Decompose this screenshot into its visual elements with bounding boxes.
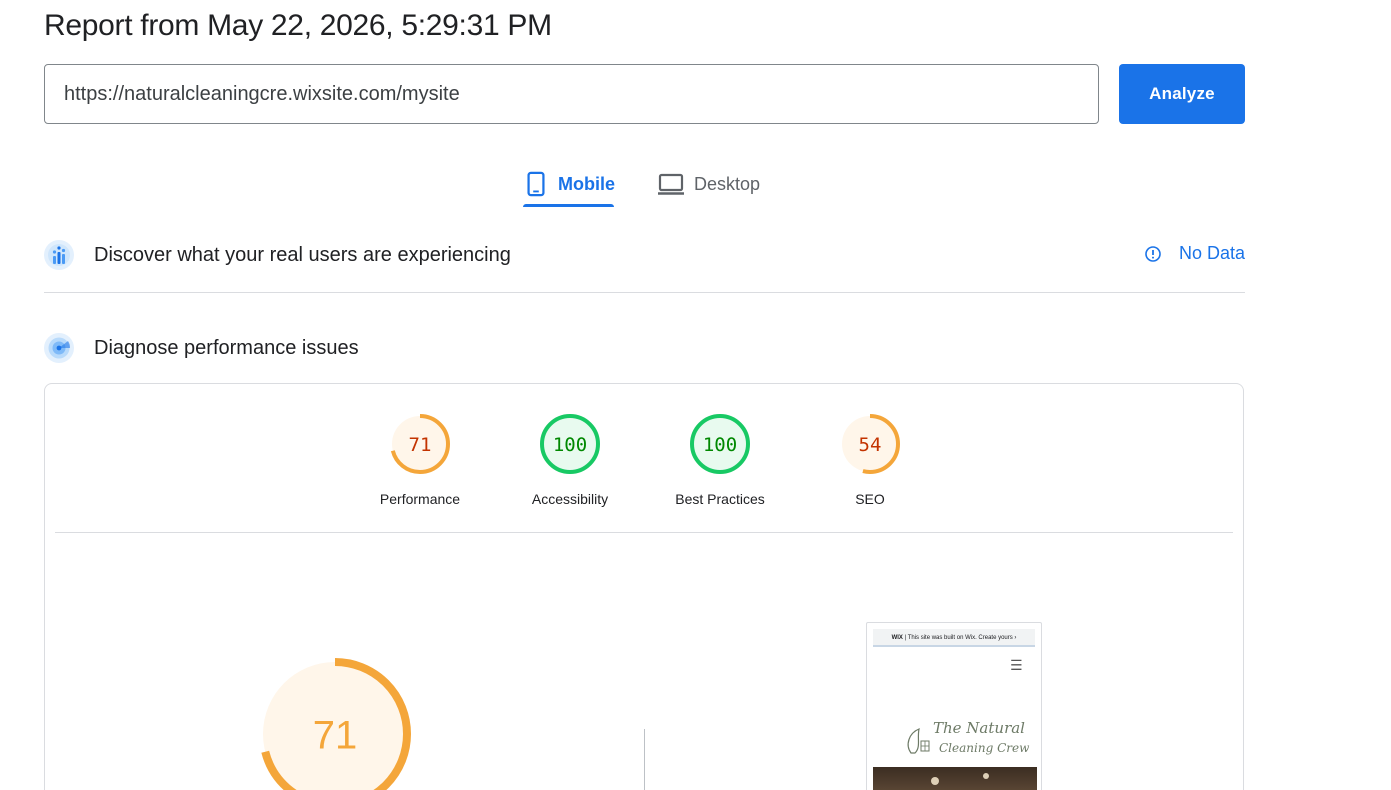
gauge-seo[interactable]: 54 SEO <box>795 412 945 508</box>
field-data-title: Discover what your real users are experi… <box>94 243 511 266</box>
gauge-performance-label: Performance <box>379 491 461 507</box>
gauge-seo-value: 54 <box>859 434 882 456</box>
vertical-divider <box>644 729 645 790</box>
lab-data-section: Diagnose performance issues <box>44 328 1245 368</box>
hero-photo <box>873 767 1037 790</box>
info-icon <box>1145 245 1161 262</box>
wix-banner: WIX | This site was built on Wix. Create… <box>873 629 1035 647</box>
gauge-seo-ring: 54 <box>840 414 900 474</box>
gauge-performance[interactable]: 71 Performance <box>345 412 495 508</box>
page-screenshot: WIX | This site was built on Wix. Create… <box>866 622 1042 790</box>
gauge-best-practices-value: 100 <box>703 434 737 456</box>
lab-data-title: Diagnose performance issues <box>94 336 359 359</box>
tab-mobile[interactable]: Mobile <box>523 160 615 208</box>
logo-text-line1: The Natural <box>933 719 1025 737</box>
performance-score-gauge: 71 <box>255 654 415 790</box>
users-chart-icon <box>44 240 74 270</box>
field-data-section: Discover what your real users are experi… <box>44 235 1245 275</box>
gauge-accessibility[interactable]: 100 Accessibility <box>495 412 645 508</box>
no-data-status[interactable]: No Data <box>1144 243 1245 264</box>
url-input[interactable] <box>44 64 1099 124</box>
gauge-best-practices-label: Best Practices <box>675 491 765 507</box>
analyze-button[interactable]: Analyze <box>1119 64 1245 124</box>
logo-text-line2: Cleaning Crew <box>939 741 1030 755</box>
wix-banner-text: | This site was built on Wix. Create you… <box>904 635 1017 641</box>
main-performance-ring: 71 <box>259 658 411 790</box>
score-gauges: 71 Performance 100 Accessibility 100 Best Pra… <box>45 384 1245 532</box>
tab-desktop[interactable]: Desktop <box>657 160 772 208</box>
gauge-seo-label: SEO <box>855 491 885 507</box>
wix-brand: WIX <box>891 635 903 641</box>
lighthouse-report-card: 71 Performance 100 Accessibility 100 Best Pra… <box>44 383 1244 790</box>
page: Report from May 22, 2026, 5:29:31 PM Ana… <box>0 0 1391 790</box>
tab-mobile-label: Mobile <box>558 173 615 194</box>
menu-icon: ☰ <box>1010 657 1023 673</box>
laptop-icon <box>658 173 684 195</box>
gauge-accessibility-label: Accessibility <box>531 491 609 507</box>
no-data-label: No Data <box>1178 243 1245 263</box>
section-divider <box>44 292 1245 293</box>
report-title: Report from May 22, 2026, 5:29:31 PM <box>44 9 552 42</box>
main-performance-value: 71 <box>313 713 358 757</box>
site-logo: The Natural Cleaning Crew <box>905 719 1029 759</box>
gauge-best-practices[interactable]: 100 Best Practices <box>645 412 795 508</box>
card-divider <box>55 532 1233 533</box>
gauge-accessibility-ring: 100 <box>540 414 600 474</box>
active-tab-indicator <box>523 204 614 207</box>
radar-icon <box>44 333 74 363</box>
gauge-performance-value: 71 <box>409 434 432 456</box>
leaf-logo-icon <box>907 728 930 754</box>
tab-desktop-label: Desktop <box>694 173 761 194</box>
gauge-accessibility-value: 100 <box>553 434 587 456</box>
device-tabs: Mobile Desktop <box>0 150 1290 210</box>
gauge-performance-ring: 71 <box>390 414 450 474</box>
phone-icon <box>527 171 545 197</box>
gauge-best-practices-ring: 100 <box>690 414 750 474</box>
